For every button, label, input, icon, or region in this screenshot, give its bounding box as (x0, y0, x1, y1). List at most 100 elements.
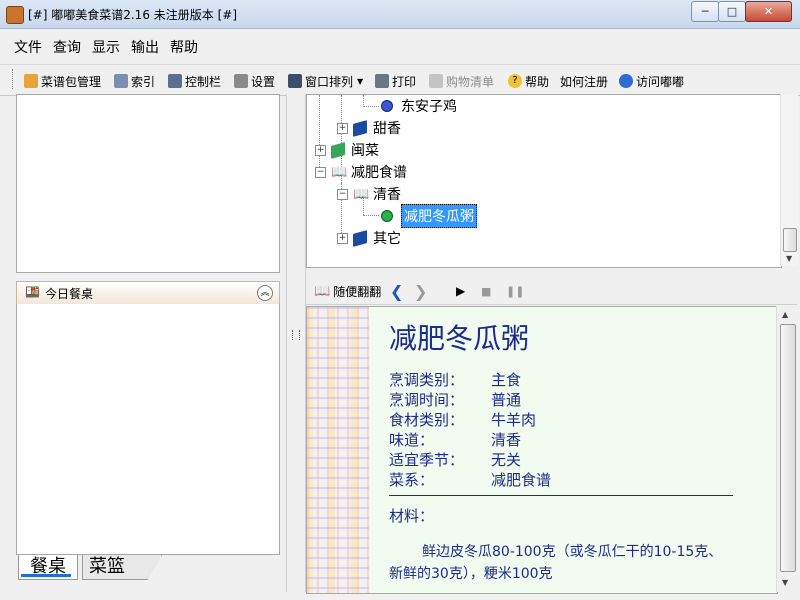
property-label: 适宜季节： (389, 451, 465, 469)
closed-book-icon (353, 119, 367, 137)
open-book-icon: 📖 (314, 283, 331, 299)
closed-book-icon (353, 229, 367, 247)
materials-label: 材料： (389, 507, 435, 525)
app-icon (6, 6, 24, 24)
page-scrollbar[interactable]: ▲ ▼ (776, 306, 798, 592)
tree-node-category[interactable]: + 其它 (337, 228, 401, 248)
tree-node-category[interactable]: − 📖 清香 (337, 184, 401, 204)
vertical-splitter[interactable] (286, 94, 306, 592)
expand-icon[interactable]: + (337, 232, 348, 244)
left-top-panel (16, 94, 280, 273)
browse-label: 随便翻翻 (333, 284, 382, 299)
closed-book-icon (331, 141, 345, 159)
collapse-icon[interactable]: − (315, 166, 326, 178)
window-arrange-label: 窗口排列 (305, 74, 354, 89)
window-arrange-icon (288, 74, 302, 88)
today-table-header: 🍱 今日餐桌 ︽ (16, 281, 280, 305)
next-icon[interactable]: ❯ (414, 282, 427, 301)
property-label: 菜系： (389, 471, 435, 489)
how-to-register-label: 如何注册 (560, 74, 609, 89)
print-icon (375, 74, 389, 88)
today-table-body (16, 304, 280, 555)
expand-icon[interactable]: + (337, 122, 348, 134)
tree-node-label: 闽菜 (351, 143, 379, 159)
tree-connector (363, 215, 379, 216)
control-bar-label: 控制栏 (185, 74, 222, 89)
tree-scrollbar[interactable]: ▼ (780, 94, 798, 266)
scroll-up-icon[interactable]: ▲ (782, 310, 788, 319)
print-button[interactable]: 打印 (375, 73, 416, 89)
close-button[interactable]: ✕ (745, 1, 792, 22)
tab-basket[interactable]: 菜篮 (82, 555, 162, 580)
today-table-title: 今日餐桌 (45, 287, 94, 301)
maximize-button[interactable]: □ (718, 1, 746, 22)
how-to-register-button[interactable]: 如何注册 (560, 73, 608, 89)
toolbar-grip[interactable] (12, 69, 16, 89)
bottom-tab-strip: 餐桌 菜篮 (16, 555, 278, 582)
expand-icon[interactable]: + (315, 144, 326, 156)
tree-node-label: 甜香 (373, 121, 401, 137)
tree-node-recipe[interactable]: 东安子鸡 (381, 96, 457, 116)
stop-icon[interactable]: ■ (481, 283, 491, 299)
tree-node-label: 东安子鸡 (401, 99, 457, 115)
menu-help[interactable]: 帮助 (170, 37, 198, 57)
index-label: 索引 (131, 74, 156, 89)
collapse-icon[interactable]: − (337, 188, 348, 200)
tree-node-cuisine[interactable]: + 闽菜 (315, 140, 379, 160)
minimize-button[interactable]: ─ (691, 1, 719, 22)
index-icon (114, 74, 128, 88)
tree-node-label: 其它 (373, 231, 401, 247)
shopping-list-label: 购物清单 (446, 74, 495, 89)
shopping-list-button[interactable]: 购物清单 (429, 73, 494, 89)
property-value: 主食 (491, 371, 522, 389)
property-value: 普通 (491, 391, 522, 409)
property-label: 食材类别： (389, 411, 465, 429)
recipe-dot-icon (381, 210, 393, 222)
play-icon[interactable]: ▶ (456, 283, 465, 299)
index-button[interactable]: 索引 (114, 73, 155, 89)
print-label: 打印 (392, 74, 417, 89)
active-tab-underline (21, 574, 71, 577)
window-title: [#] 嘟嘟美食菜谱2.16 未注册版本 [#] (28, 8, 237, 22)
previous-icon[interactable]: ❮ (390, 282, 403, 301)
splitter-grip[interactable] (292, 330, 300, 340)
pause-icon[interactable]: ❚❚ (506, 283, 524, 299)
recipe-package-icon (24, 74, 38, 88)
tree-node-recipe-selected[interactable]: 减肥冬瓜粥 (381, 204, 477, 228)
menu-view[interactable]: 显示 (92, 37, 120, 57)
collapse-icon[interactable]: ︽ (257, 285, 273, 301)
menu-export[interactable]: 输出 (131, 37, 159, 57)
property-label: 味道： (389, 431, 435, 449)
property-value: 无关 (491, 451, 522, 469)
window-arrange-button[interactable]: 窗口排列 ▼ (288, 73, 363, 89)
decorative-pattern (307, 307, 369, 593)
shopping-list-icon (429, 74, 443, 88)
tree-scroll-thumb[interactable] (783, 228, 797, 252)
table-icon: 🍱 (25, 285, 40, 299)
settings-button[interactable]: 设置 (234, 73, 275, 89)
dropdown-arrow-icon[interactable]: ▼ (357, 77, 363, 86)
tab-dining-table[interactable]: 餐桌 (18, 555, 78, 580)
page-scroll-thumb[interactable] (780, 324, 796, 572)
settings-label: 设置 (251, 74, 276, 89)
scroll-down-icon[interactable]: ▼ (786, 254, 792, 263)
menu-file[interactable]: 文件 (14, 37, 42, 57)
tree-node-label: 减肥食谱 (351, 165, 407, 181)
recipe-package-button[interactable]: 菜谱包管理 (24, 73, 101, 89)
help-label: 帮助 (525, 74, 550, 89)
property-label: 烹调类别： (389, 371, 465, 389)
help-button[interactable]: ? 帮助 (508, 73, 549, 89)
settings-tools-icon (234, 74, 248, 88)
recipe-page: 减肥冬瓜粥 烹调类别： 主食 烹调时间： 普通 食材类别： 牛羊肉 味道： 清香… (306, 306, 778, 594)
menu-query[interactable]: 查询 (53, 37, 81, 57)
control-bar-button[interactable]: 控制栏 (168, 73, 221, 89)
tree-node-label: 减肥冬瓜粥 (401, 204, 477, 228)
scroll-down-icon[interactable]: ▼ (782, 578, 788, 587)
recipe-title: 减肥冬瓜粥 (389, 322, 530, 355)
tree-node-cuisine[interactable]: − 📖 减肥食谱 (315, 162, 407, 182)
reader-toolbar: 📖 随便翻翻 ❮ ❯ ▶ ■ ❚❚ (306, 278, 797, 305)
tree-node-label: 清香 (373, 187, 401, 203)
browse-button[interactable]: 📖 随便翻翻 (314, 283, 381, 299)
tree-node-category[interactable]: + 甜香 (337, 118, 401, 138)
visit-dudu-button[interactable]: 访问嘟嘟 (619, 73, 684, 89)
